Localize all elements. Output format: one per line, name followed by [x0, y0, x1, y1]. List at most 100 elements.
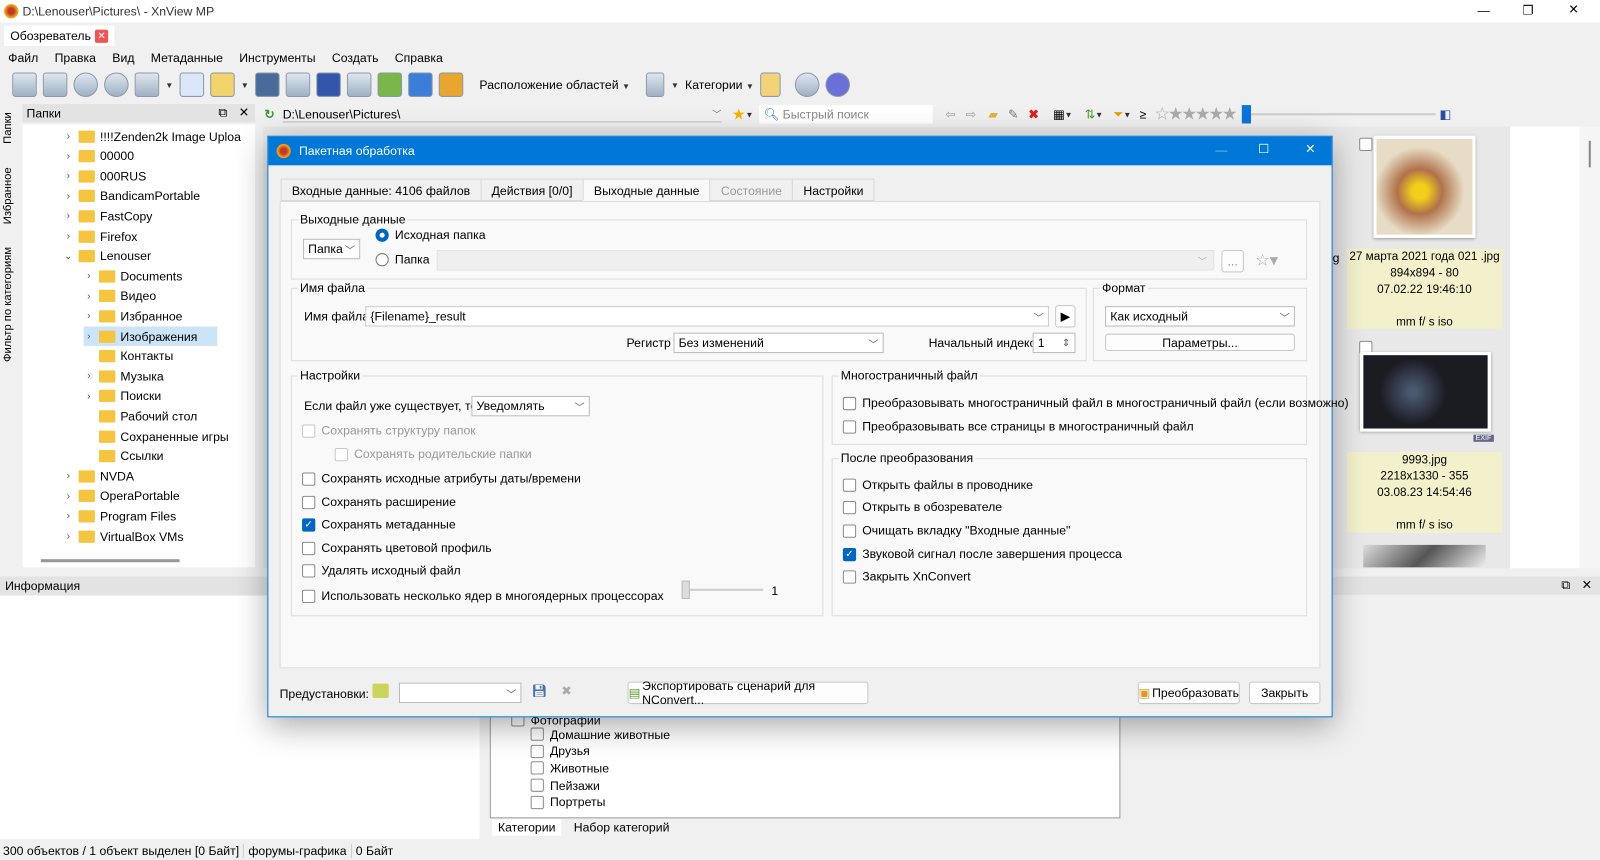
open-preset-icon[interactable]	[372, 683, 389, 698]
fit-icon[interactable]	[42, 72, 68, 97]
chevron-right-icon[interactable]: ›	[84, 271, 94, 282]
checkbox[interactable]	[334, 447, 348, 461]
rating-stars[interactable]: ☆★★★★★	[1154, 104, 1237, 124]
tab-category-sets[interactable]: Набор категорий	[572, 819, 672, 835]
category-checkbox[interactable]	[530, 744, 544, 758]
radio-source-folder[interactable]: Исходная папка	[375, 228, 486, 242]
side-tab-category-filter[interactable]: Фильтр по категориям	[2, 247, 14, 362]
checkbox-option[interactable]: Удалять исходный файл	[302, 563, 461, 578]
tree-item[interactable]: ›Сохраненные игры	[84, 427, 229, 446]
path-input[interactable]: D:\Lenouser\Pictures\ ﹀	[282, 107, 722, 122]
slideshow-icon[interactable]	[346, 72, 372, 97]
chevron-right-icon[interactable]: ›	[63, 471, 73, 482]
favorite-folders-icon[interactable]: ☆▾	[1255, 250, 1278, 270]
chevron-right-icon[interactable]: ›	[63, 151, 73, 162]
chevron-right-icon[interactable]: ›	[84, 331, 94, 342]
checkbox[interactable]	[842, 419, 857, 434]
tree-item[interactable]: ⌄ Lenouser	[63, 247, 151, 266]
category-checkbox[interactable]	[530, 795, 544, 809]
delete-preset-icon[interactable]: ✖	[561, 684, 571, 698]
new-folder-icon[interactable]: ▰	[988, 107, 997, 121]
tree-item[interactable]: ›Контакты	[84, 347, 173, 366]
tree-item[interactable]: › 00000	[63, 147, 134, 166]
chevron-right-icon[interactable]: ›	[63, 491, 73, 502]
checkbox-option[interactable]: Сохранять цветовой профиль	[302, 541, 492, 555]
chevron-right-icon[interactable]: ›	[63, 531, 73, 542]
dialog-maximize-button[interactable]: ☐	[1258, 142, 1269, 156]
checkbox-option[interactable]: Преобразовывать все страницы в многостра…	[842, 419, 1194, 434]
menu-metadata[interactable]: Метаданные	[151, 51, 223, 65]
close-dialog-button[interactable]: Закрыть	[1248, 681, 1321, 705]
tree-item[interactable]: › Поиски	[84, 387, 161, 406]
chevron-right-icon[interactable]: ›	[63, 211, 73, 222]
category-item[interactable]: Портреты	[530, 794, 605, 811]
dialog-close-button[interactable]: ✕	[1305, 142, 1315, 156]
cores-slider[interactable]	[681, 580, 764, 599]
close-window-button[interactable]: ✕	[1568, 2, 1578, 16]
checkbox-option[interactable]: ✓ Звуковой сигнал после завершения процес…	[842, 547, 1122, 561]
chevron-right-icon[interactable]: ›	[84, 371, 94, 382]
menu-file[interactable]: Файл	[8, 51, 38, 65]
panel-toggle-icon[interactable]: ◧	[1440, 107, 1452, 121]
quick-search-input[interactable]: 🔍︎ Быстрый поиск	[759, 105, 934, 124]
output-mode-select[interactable]: Папка ﹀	[303, 238, 361, 260]
checkbox-option[interactable]: Открыть файлы в проводнике	[842, 478, 1033, 492]
tab-actions[interactable]: Действия [0/0]	[480, 178, 584, 202]
browse-button[interactable]: ...	[1221, 249, 1244, 273]
category-checkbox[interactable]	[530, 761, 544, 775]
checkbox-option[interactable]: Открыть в обозревателе	[842, 500, 1002, 514]
transform-icon[interactable]	[134, 72, 160, 97]
tree-item[interactable]: › Program Files	[63, 507, 177, 526]
radio-custom-folder[interactable]: Папка	[375, 252, 430, 266]
tree-item[interactable]: › FastCopy	[63, 207, 153, 226]
capture-icon[interactable]	[408, 72, 433, 97]
tree-item[interactable]: ›Рабочий стол	[84, 407, 197, 426]
tree-item[interactable]: › BandicamPortable	[63, 187, 200, 206]
tree-item[interactable]: ›Ссылки	[84, 447, 164, 466]
tree-item[interactable]: › Firefox	[63, 227, 138, 246]
checkbox[interactable]	[842, 523, 857, 538]
checkbox[interactable]	[302, 471, 316, 486]
rotate-right-icon[interactable]	[104, 72, 129, 97]
tree-icon[interactable]	[760, 72, 781, 97]
scanner-icon[interactable]	[316, 72, 341, 97]
tree-item[interactable]: › OperaPortable	[63, 487, 180, 506]
checkbox-option[interactable]: Преобразовывать многостраничный файл в м…	[842, 396, 1349, 410]
dialog-minimize-button[interactable]: —	[1215, 143, 1227, 157]
tree-item[interactable]: › Documents	[84, 267, 182, 286]
tree-item[interactable]: › Видео	[84, 287, 156, 306]
save-preset-icon[interactable]: 💾︎	[532, 684, 548, 698]
tree-item[interactable]: › NVDA	[63, 467, 134, 486]
checkbox-option[interactable]: Сохранять исходные атрибуты даты/времени	[302, 471, 581, 486]
maximize-button[interactable]: ❐	[1522, 3, 1533, 17]
insert-token-button[interactable]: ▶	[1055, 305, 1076, 328]
info-icon[interactable]	[179, 72, 205, 97]
chevron-right-icon[interactable]: ›	[63, 131, 73, 142]
chevron-right-icon[interactable]: ›	[63, 171, 73, 182]
checkbox[interactable]	[302, 495, 316, 509]
back-arrow-icon[interactable]: ↻	[264, 107, 274, 121]
thumbnail-image-portrait[interactable]	[1360, 352, 1491, 432]
wallpaper-icon[interactable]	[438, 72, 464, 97]
start-index-spinner[interactable]: 1 ⇕	[1032, 332, 1076, 354]
layout-dropdown[interactable]: Расположение областей ▼	[479, 78, 630, 92]
thumbnail-image-squirrel[interactable]	[1373, 135, 1476, 238]
view-mode-icon[interactable]: ▦	[1053, 107, 1065, 121]
float-panel-icon[interactable]: ⧉	[1561, 578, 1570, 593]
format-params-button[interactable]: Параметры...	[1105, 333, 1295, 352]
sort-icon[interactable]: ⇅	[1085, 107, 1095, 121]
favorite-star-icon[interactable]: ★	[732, 105, 746, 123]
chevron-right-icon[interactable]: ›	[63, 511, 73, 522]
fullscreen-icon[interactable]	[12, 72, 37, 97]
chevron-down-icon[interactable]: ⌄	[63, 251, 73, 262]
category-checkbox[interactable]	[530, 778, 544, 792]
rating-filter-symbol[interactable]: ≥	[1139, 107, 1146, 121]
export-nconvert-button[interactable]: ▤ Экспортировать сценарий для NConvert...	[627, 679, 869, 707]
menu-tools[interactable]: Инструменты	[239, 51, 315, 65]
checkbox[interactable]: ✓	[842, 547, 857, 561]
chevron-right-icon[interactable]: ›	[84, 391, 94, 402]
checkbox-option[interactable]: Сохранять родительские папки	[334, 447, 532, 461]
checkbox[interactable]	[842, 478, 857, 492]
tab-status[interactable]: Состояние	[709, 178, 794, 202]
format-select[interactable]: Как исходный ﹀	[1105, 306, 1295, 327]
